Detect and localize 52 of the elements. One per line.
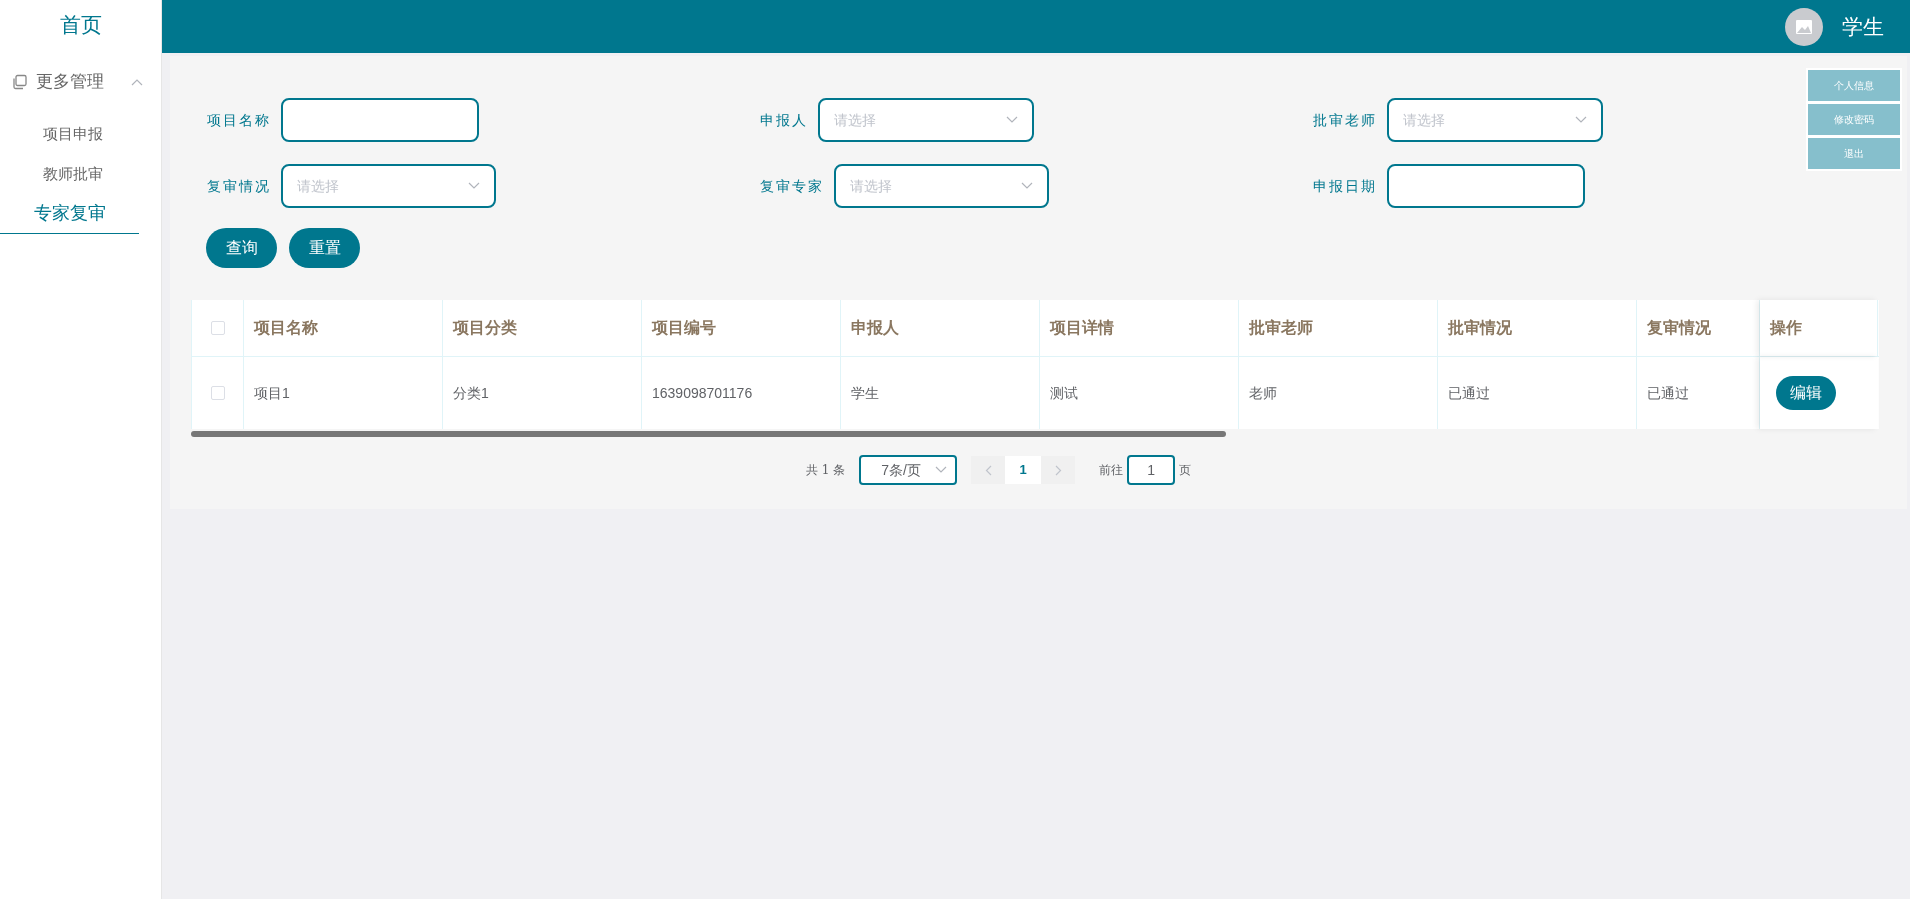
menu-group[interactable]: 更多管理 [0, 50, 161, 114]
action-button[interactable]: 重置 [289, 228, 360, 268]
goto-suffix: 页 [1179, 462, 1192, 479]
total-count: 共 1 条 [805, 462, 846, 479]
checkbox[interactable] [210, 321, 225, 335]
column-header: 操作 [1760, 300, 1878, 356]
page-input[interactable]: 1 [1127, 455, 1176, 485]
column-header: 复审情况 [1637, 300, 1760, 356]
menu-group-label: 更多管理 [36, 71, 104, 94]
filter-label: 复审情况 [207, 176, 271, 196]
goto-label: 前往 [1099, 462, 1124, 479]
column-header: 项目分类 [443, 300, 642, 356]
filter-label: 申报人 [760, 110, 808, 130]
user-name[interactable]: 学生 [1842, 10, 1884, 43]
column-header: 批审老师 [1239, 300, 1438, 356]
filter-label: 申报日期 [1313, 176, 1377, 196]
column-header: 项目名称 [244, 300, 443, 356]
placeholder: 请选择 [834, 110, 876, 130]
column-header: 申报人 [841, 300, 1040, 356]
chevron-down-icon [1575, 116, 1587, 124]
prev-page-button[interactable] [971, 456, 1006, 484]
copy-icon [12, 74, 28, 90]
page-button[interactable]: 1 [1005, 456, 1042, 484]
filter-label: 项目名称 [207, 110, 271, 130]
chevron-left-icon [984, 464, 992, 476]
chevron-down-icon [468, 182, 480, 190]
chevron-right-icon [1054, 464, 1062, 476]
edit-button[interactable]: 编辑 [1776, 376, 1836, 410]
sidebar-item[interactable]: 教师批审 [0, 154, 139, 194]
action-button[interactable]: 查询 [206, 228, 277, 268]
placeholder: 请选择 [1403, 110, 1445, 130]
chevron-down-icon [1006, 116, 1018, 124]
chevron-up-icon [131, 78, 143, 86]
avatar-icon[interactable] [1785, 7, 1823, 46]
sidebar-item[interactable]: 项目申报 [0, 114, 139, 154]
placeholder: 请选择 [297, 176, 339, 196]
filter-label: 复审专家 [760, 176, 824, 196]
next-page-button[interactable] [1041, 456, 1076, 484]
scrollbar[interactable] [191, 431, 1226, 437]
chevron-down-icon [1021, 182, 1033, 190]
column-header: 项目详情 [1040, 300, 1239, 356]
column-header: 项目编号 [642, 300, 841, 356]
filter-label: 批审老师 [1313, 110, 1377, 130]
chevron-down-icon [935, 466, 948, 474]
input-field[interactable] [1387, 164, 1585, 208]
sidebar-item[interactable]: 专家复审 [0, 194, 139, 234]
input-field[interactable] [281, 98, 479, 142]
page-size-select[interactable]: 7条/页 [859, 455, 958, 485]
column-header: 批审情况 [1438, 300, 1637, 356]
checkbox[interactable] [210, 386, 225, 400]
home-link[interactable]: 首页 [0, 0, 161, 50]
placeholder: 请选择 [850, 176, 892, 196]
